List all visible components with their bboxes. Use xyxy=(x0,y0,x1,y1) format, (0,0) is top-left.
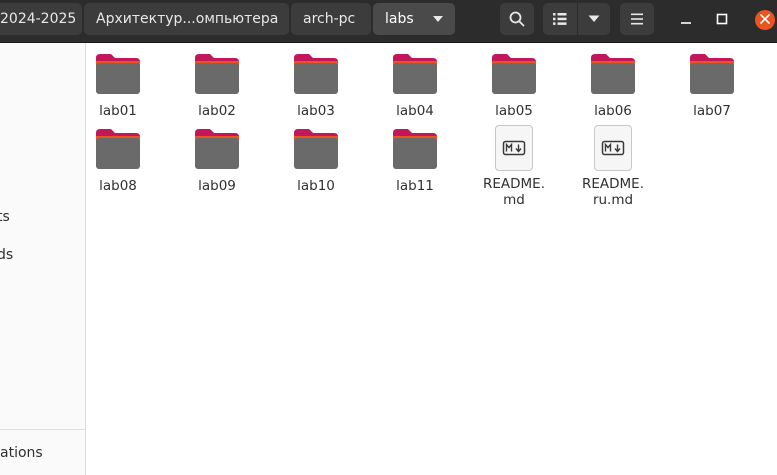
view-toggle-button[interactable] xyxy=(543,3,577,35)
breadcrumb-label: arch-pc xyxy=(303,11,356,27)
breadcrumb-item-architecture[interactable]: Архитектур...омпьютера xyxy=(84,3,289,35)
file-name-label: lab05 xyxy=(495,103,533,119)
folder-icon xyxy=(490,52,538,96)
search-icon xyxy=(509,11,525,27)
folder-item[interactable]: lab05 xyxy=(468,52,560,119)
chevron-down-icon xyxy=(588,15,600,22)
file-name-label: lab01 xyxy=(99,103,137,119)
close-icon xyxy=(760,14,770,24)
main-menu-button[interactable] xyxy=(620,3,654,35)
breadcrumb-label: Архитектур...омпьютера xyxy=(96,11,279,27)
hamburger-menu-icon xyxy=(631,13,643,25)
folder-icon xyxy=(292,52,340,96)
minimize-icon xyxy=(681,22,691,24)
folder-item[interactable]: lab03 xyxy=(270,52,362,119)
folder-icon xyxy=(94,127,142,171)
file-name-label: lab03 xyxy=(297,103,335,119)
folder-item[interactable]: lab11 xyxy=(369,127,461,194)
folder-icon xyxy=(193,127,241,171)
file-name-label: lab04 xyxy=(396,103,434,119)
sidebar-item-label: ds xyxy=(0,247,14,263)
file-name-label: README. ru.md xyxy=(581,176,644,208)
file-name-label: lab10 xyxy=(297,178,335,194)
sidebar-item-label: ts xyxy=(0,209,10,225)
breadcrumb-item-2024-2025[interactable]: 2024-2025 xyxy=(0,3,82,35)
breadcrumb-item-arch-pc[interactable]: arch-pc xyxy=(291,3,371,35)
file-name-label: lab02 xyxy=(198,103,236,119)
folder-icon xyxy=(193,52,241,96)
chevron-down-icon xyxy=(433,16,443,22)
maximize-button[interactable] xyxy=(706,3,738,35)
header-bar: 2024-2025 Архитектур...омпьютера arch-pc… xyxy=(0,0,777,43)
folder-icon xyxy=(391,127,439,171)
folder-icon xyxy=(688,52,736,96)
folder-icon xyxy=(94,52,142,96)
folder-item[interactable]: lab09 xyxy=(171,127,263,194)
folder-item[interactable]: lab06 xyxy=(567,52,659,119)
file-item[interactable]: README. ru.md xyxy=(567,125,659,208)
breadcrumb-label: labs xyxy=(385,11,414,27)
file-name-label: lab08 xyxy=(99,178,137,194)
file-grid: lab01 lab02 lab03 lab04 lab05 lab06 lab07 lab08… xyxy=(86,43,777,475)
file-name-label: lab07 xyxy=(693,103,731,119)
file-item[interactable]: README. md xyxy=(468,125,560,208)
file-name-label: lab09 xyxy=(198,178,236,194)
folder-icon xyxy=(292,127,340,171)
file-name-label: README. md xyxy=(482,176,545,208)
folder-item[interactable]: lab10 xyxy=(270,127,362,194)
file-name-label: lab11 xyxy=(396,178,434,194)
folder-item[interactable]: lab07 xyxy=(666,52,758,119)
markdown-file-icon xyxy=(594,125,632,171)
close-button[interactable] xyxy=(749,3,777,35)
file-name-label: lab06 xyxy=(594,103,632,119)
breadcrumb-label: 2024-2025 xyxy=(0,11,77,27)
folder-icon xyxy=(391,52,439,96)
sidebar-divider xyxy=(0,429,85,430)
maximize-icon xyxy=(716,13,728,25)
folder-item[interactable]: lab02 xyxy=(171,52,263,119)
sidebar-item-documents[interactable]: ts xyxy=(0,207,10,227)
search-button[interactable] xyxy=(500,3,534,35)
minimize-button[interactable] xyxy=(670,3,702,35)
folder-item[interactable]: lab01 xyxy=(72,52,164,119)
markdown-file-icon xyxy=(495,125,533,171)
breadcrumb-item-labs[interactable]: labs xyxy=(373,3,455,35)
folder-item[interactable]: lab04 xyxy=(369,52,461,119)
sidebar-item-downloads[interactable]: ds xyxy=(0,245,13,265)
file-manager-window: 2024-2025 Архитектур...омпьютера arch-pc… xyxy=(0,0,777,475)
folder-item[interactable]: lab08 xyxy=(72,127,164,194)
sidebar-item-label: ations xyxy=(0,445,43,461)
view-options-button[interactable] xyxy=(578,3,610,35)
sidebar-item-other-locations[interactable]: ations xyxy=(0,443,43,463)
folder-icon xyxy=(589,52,637,96)
list-view-icon xyxy=(553,13,567,25)
